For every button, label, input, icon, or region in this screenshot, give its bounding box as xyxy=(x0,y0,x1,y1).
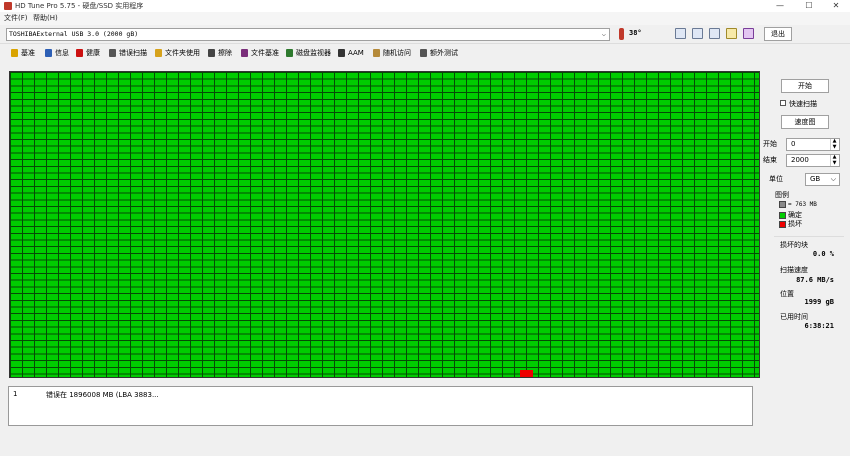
title-bar: HD Tune Pro 5.75 - 硬盘/SSD 实用程序 — ☐ ✕ xyxy=(0,0,850,12)
scan-speed-label: 扫描速度 xyxy=(780,266,808,274)
bulb-icon xyxy=(11,49,18,57)
end-position-spinner[interactable]: 2000 ▲ ▼ xyxy=(786,154,840,167)
end-position-label: 结束 xyxy=(763,156,777,164)
file-benchmark-icon xyxy=(241,49,248,57)
window-title: HD Tune Pro 5.75 - 硬盘/SSD 实用程序 xyxy=(15,2,144,10)
spinner-arrows-icon[interactable]: ▲ ▼ xyxy=(830,154,838,166)
camera-icon[interactable] xyxy=(709,28,720,39)
speaker-icon xyxy=(338,49,345,57)
folder-icon xyxy=(155,49,162,57)
tab-error-scan[interactable]: 错误扫描 xyxy=(109,46,147,61)
exit-button[interactable]: 退出 xyxy=(764,27,792,41)
info-icon xyxy=(45,49,52,57)
log-entry-message: 错误在 1896008 MB (LBA 3883... xyxy=(46,391,159,399)
menu-help[interactable]: 帮助(H) xyxy=(33,12,58,25)
tab-benchmark[interactable]: 基准 xyxy=(11,46,35,61)
tab-health[interactable]: 健康 xyxy=(76,46,100,61)
menu-file[interactable]: 文件(F) xyxy=(4,12,28,25)
minimize-button[interactable]: — xyxy=(766,0,794,12)
temperature-value: 38° xyxy=(629,29,642,37)
tab-file-benchmark[interactable]: 文件基准 xyxy=(241,46,279,61)
unit-label: 单位 xyxy=(769,175,783,183)
menu-bar: 文件(F) 帮助(H) xyxy=(0,12,850,25)
elapsed-time-value: 6:38:21 xyxy=(804,322,834,330)
download-icon[interactable] xyxy=(743,28,754,39)
maximize-button[interactable]: ☐ xyxy=(795,0,823,12)
drive-select[interactable]: TOSHIBAExternal USB 3.0 (2000 gB) ⌵ xyxy=(6,28,610,41)
monitor-icon xyxy=(286,49,293,57)
legend-ok-icon xyxy=(779,211,786,219)
start-position-label: 开始 xyxy=(763,140,777,148)
drive-select-value: TOSHIBAExternal USB 3.0 (2000 gB) xyxy=(9,30,139,38)
app-icon xyxy=(4,2,12,10)
scan-block-grid xyxy=(9,71,760,378)
speed-map-button[interactable]: 速度图 xyxy=(781,115,829,129)
close-button[interactable]: ✕ xyxy=(822,0,850,12)
tab-aam[interactable]: AAM xyxy=(338,46,364,61)
error-log-list[interactable]: 1 错误在 1896008 MB (LBA 3883... xyxy=(8,386,753,426)
position-value: 1999 gB xyxy=(804,298,834,306)
legend-bad: 损坏 xyxy=(779,219,802,229)
legend-bad-icon xyxy=(779,220,786,228)
quick-scan-checkbox[interactable] xyxy=(780,100,786,106)
copy-alt-icon[interactable] xyxy=(692,28,703,39)
random-access-icon xyxy=(373,49,380,57)
tab-bar: 基准 信息 健康 错误扫描 文件夹使用 擦除 文件基准 磁盘监视器 AAM 随机… xyxy=(0,46,850,61)
tab-disk-monitor[interactable]: 磁盘监视器 xyxy=(286,46,331,61)
health-cross-icon xyxy=(76,49,83,57)
scan-speed-value: 87.6 MB/s xyxy=(796,276,834,284)
bad-blocks-value: 0.0 % xyxy=(812,250,834,258)
bad-block-cell xyxy=(520,370,533,377)
bad-blocks-label: 损坏的块 xyxy=(780,241,808,249)
tab-random-access[interactable]: 随机访问 xyxy=(373,46,411,61)
link-icon[interactable] xyxy=(726,28,737,39)
legend-title: 图例 xyxy=(775,191,789,199)
tab-extra-tests[interactable]: 额外测试 xyxy=(420,46,458,61)
chevron-down-icon: ⌵ xyxy=(830,175,836,183)
quick-scan-label: 快速扫描 xyxy=(789,100,817,108)
chevron-down-icon: ⌵ xyxy=(601,30,606,38)
start-button[interactable]: 开始 xyxy=(781,79,829,93)
legend-block-icon xyxy=(779,200,786,208)
extra-tests-icon xyxy=(420,49,427,57)
tab-folder-usage[interactable]: 文件夹使用 xyxy=(155,46,200,61)
tab-info[interactable]: 信息 xyxy=(45,46,69,61)
start-position-spinner[interactable]: 0 ▲ ▼ xyxy=(786,138,840,151)
trash-icon xyxy=(208,49,215,57)
magnifier-icon xyxy=(109,49,116,57)
elapsed-time-label: 已用时间 xyxy=(780,313,808,321)
drive-toolbar: TOSHIBAExternal USB 3.0 (2000 gB) ⌵ xyxy=(0,25,850,44)
unit-select[interactable]: GB ⌵ xyxy=(805,173,840,186)
log-entry-index: 1 xyxy=(13,390,18,398)
spinner-arrows-icon[interactable]: ▲ ▼ xyxy=(830,138,838,150)
legend-block-size: = 763 MB xyxy=(779,200,817,208)
thermometer-icon xyxy=(619,28,624,40)
tab-erase[interactable]: 擦除 xyxy=(208,46,232,61)
copy-icon[interactable] xyxy=(675,28,686,39)
